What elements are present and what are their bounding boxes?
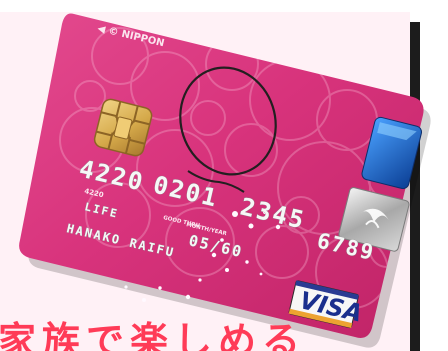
banner-heading: 家族で楽しめる bbox=[0, 318, 307, 351]
image-stage: ◀ © NIPPON VISA 4220 0201 2345 6789 4220… bbox=[0, 0, 448, 351]
credit-card-svg: ◀ © NIPPON VISA 4220 0201 2345 6789 4220… bbox=[19, 13, 431, 348]
credit-card-image: ◀ © NIPPON VISA 4220 0201 2345 6789 4220… bbox=[0, 0, 448, 351]
